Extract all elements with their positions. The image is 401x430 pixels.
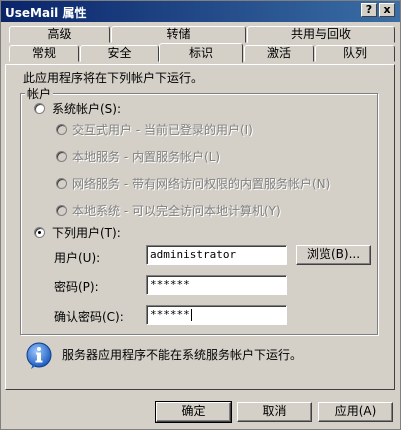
tab-security[interactable]: 安全	[80, 45, 159, 62]
local-service-radio[interactable]	[56, 151, 67, 162]
info-icon	[26, 342, 52, 369]
text-caret	[190, 309, 192, 321]
title-bar[interactable]: UseMail 属性 ? x	[1, 1, 400, 22]
password-label: 密码(P):	[54, 280, 99, 294]
this-user-radio[interactable]	[34, 227, 45, 238]
tab-pooling[interactable]: 共用与回收	[247, 26, 395, 43]
confirm-password-input[interactable]: ******	[146, 305, 287, 325]
tab-advanced[interactable]: 高级	[9, 26, 110, 43]
intro-text: 此应用程序将在下列帐户下运行。	[23, 71, 204, 85]
info-text: 服务器应用程序不能在系统服务帐户下运行。	[62, 348, 303, 362]
tab-queuing[interactable]: 队列	[315, 45, 395, 62]
browse-button[interactable]: 浏览(B)...	[296, 245, 371, 265]
tab-general[interactable]: 常规	[9, 45, 79, 62]
system-account-radio[interactable]	[34, 103, 45, 114]
network-service-radio[interactable]	[56, 178, 67, 189]
help-button[interactable]: ?	[361, 3, 377, 17]
tab-activation[interactable]: 激活	[244, 45, 314, 62]
apply-button[interactable]: 应用(A)	[318, 402, 393, 422]
password-input[interactable]: ******	[146, 275, 287, 295]
interactive-user-label: 交互式用户 - 当前已登录的用户(I)	[72, 123, 253, 137]
local-system-label: 本地系统 - 可以完全访问本地计算机(Y)	[72, 204, 281, 218]
cancel-button[interactable]: 取消	[237, 402, 312, 422]
ok-button[interactable]: 确定	[155, 401, 232, 423]
close-button[interactable]: x	[379, 3, 395, 17]
user-label: 用户(U):	[54, 251, 101, 265]
user-input[interactable]: administrator	[146, 245, 287, 265]
properties-dialog: UseMail 属性 ? x 高级 转储 共用与回收 常规 安全 标识 激活 队…	[0, 0, 401, 430]
local-service-label: 本地服务 - 内置服务帐户(L)	[72, 150, 221, 164]
close-icon: x	[383, 3, 391, 16]
radio-selected-dot	[38, 231, 41, 234]
tab-identity[interactable]: 标识	[159, 43, 243, 63]
window-title: UseMail 属性	[5, 6, 87, 20]
local-system-radio[interactable]	[56, 205, 67, 216]
tab-dump[interactable]: 转储	[111, 26, 246, 43]
account-group-label: 帐户	[25, 85, 54, 102]
confirm-password-value: ******	[150, 308, 190, 321]
confirm-password-label: 确认密码(C):	[54, 310, 124, 324]
this-user-label[interactable]: 下列用户(T):	[52, 224, 121, 241]
network-service-label: 网络服务 - 带有网络访问权限的内置服务帐户(N)	[72, 177, 331, 191]
system-account-label[interactable]: 系统帐户(S):	[52, 100, 121, 117]
interactive-user-radio[interactable]	[56, 124, 67, 135]
